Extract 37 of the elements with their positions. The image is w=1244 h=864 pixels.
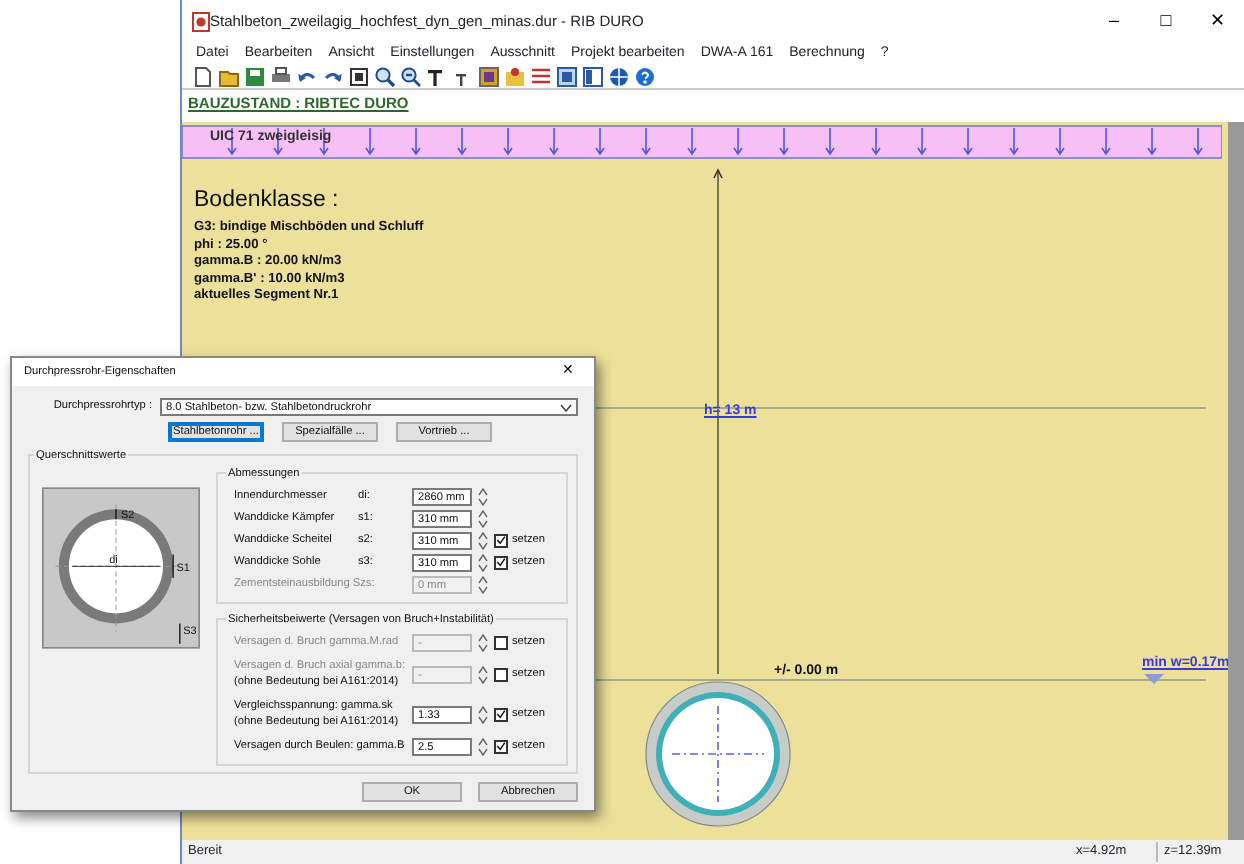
globe-icon[interactable] <box>608 65 630 87</box>
window-icon[interactable] <box>556 65 578 87</box>
print-icon[interactable] <box>270 65 292 87</box>
list-icon[interactable] <box>530 65 552 87</box>
new-file-icon[interactable] <box>192 65 214 87</box>
check-icon <box>496 708 506 721</box>
zoom-out-icon[interactable] <box>400 65 422 87</box>
spinner-icon[interactable] <box>478 737 488 756</box>
maximize-button[interactable]: □ <box>1140 8 1192 36</box>
spinner-icon[interactable] <box>478 705 488 724</box>
zoom-fit-icon[interactable] <box>348 65 370 87</box>
font-size-icon[interactable] <box>426 65 448 87</box>
close-button[interactable]: ✕ <box>1192 8 1244 36</box>
app-icon <box>192 12 210 32</box>
image-icon[interactable] <box>504 65 526 87</box>
caret-icon <box>560 403 572 411</box>
checkbox[interactable] <box>494 555 508 570</box>
spinner-icon[interactable] <box>478 532 488 550</box>
open-folder-icon[interactable] <box>218 65 240 87</box>
check-icon <box>496 740 506 753</box>
help-icon[interactable] <box>634 65 656 87</box>
soil-title: Bodenklasse : <box>194 186 339 216</box>
image-icon[interactable] <box>478 65 500 87</box>
spinner-icon[interactable] <box>478 665 488 684</box>
minimize-button[interactable]: – <box>1088 8 1140 36</box>
zoom-in-icon[interactable] <box>374 65 396 87</box>
save-icon[interactable] <box>244 65 266 87</box>
window-icon[interactable] <box>582 65 604 87</box>
spinner-icon[interactable] <box>478 634 488 652</box>
checkbox[interactable] <box>494 707 508 722</box>
spinner-icon[interactable] <box>478 576 488 594</box>
spinner-icon[interactable] <box>478 554 488 572</box>
checkbox[interactable] <box>494 533 508 548</box>
spinner-icon[interactable] <box>478 488 488 506</box>
checkbox[interactable] <box>494 739 508 754</box>
water-level-icon <box>1144 674 1164 684</box>
spinner-icon[interactable] <box>478 510 488 528</box>
